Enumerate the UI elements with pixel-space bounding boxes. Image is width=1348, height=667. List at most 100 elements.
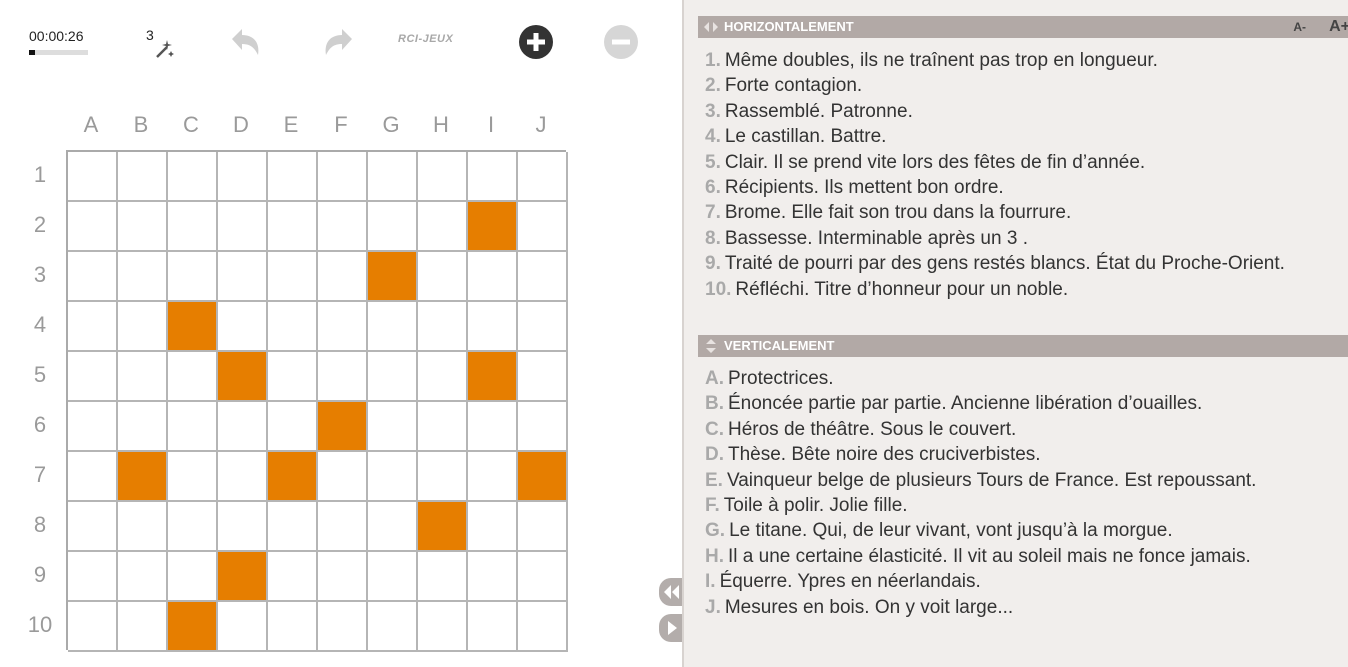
grid-cell[interactable] [168,552,218,602]
clue-item[interactable]: 8. Bassesse. Interminable après un 3 . [705,226,1345,251]
grid-cell[interactable] [118,152,168,202]
grid-cell[interactable] [218,602,268,652]
clue-item[interactable]: H. Il a une certaine élasticité. Il vit a… [705,544,1345,569]
grid-cell[interactable] [318,152,368,202]
grid-cell[interactable] [68,252,118,302]
grid-cell[interactable] [118,402,168,452]
grid-cell[interactable] [168,352,218,402]
grid-cell[interactable] [168,252,218,302]
grid-cell[interactable] [368,202,418,252]
grid-cell[interactable] [418,302,468,352]
grid-cell[interactable] [368,602,418,652]
grid-cell[interactable] [218,202,268,252]
grid-cell[interactable] [168,152,218,202]
grid-cell[interactable] [168,202,218,252]
grid-cell[interactable] [268,502,318,552]
grid-cell[interactable] [518,302,568,352]
grid-cell[interactable] [218,452,268,502]
clue-item[interactable]: 1. Même doubles, ils ne traînent pas trop… [705,48,1345,73]
clue-item[interactable]: A. Protectrices. [705,366,1345,391]
clue-item[interactable]: 4. Le castillan. Battre. [705,124,1345,149]
grid-cell[interactable] [518,152,568,202]
clue-item[interactable]: D. Thèse. Bête noire des cruciverbistes. [705,442,1345,467]
clue-item[interactable]: 9. Traité de pourri par des gens restés b… [705,251,1345,276]
clue-item[interactable]: 3. Rassemblé. Patronne. [705,99,1345,124]
grid-cell[interactable] [218,252,268,302]
grid-cell[interactable] [118,252,168,302]
clue-item[interactable]: G. Le titane. Qui, de leur vivant, vont j… [705,518,1345,543]
grid-cell[interactable] [518,502,568,552]
grid-cell[interactable] [68,502,118,552]
grid-cell[interactable] [268,602,318,652]
grid-cell[interactable] [468,502,518,552]
grid-cell[interactable] [218,502,268,552]
grid-cell[interactable] [68,602,118,652]
grid-cell[interactable] [518,602,568,652]
grid-cell[interactable] [318,252,368,302]
grid-cell[interactable] [268,402,318,452]
grid-cell[interactable] [368,352,418,402]
grid-cell[interactable] [218,302,268,352]
grid-cell[interactable] [418,602,468,652]
grid-cell[interactable] [318,602,368,652]
grid-cell[interactable] [118,202,168,252]
grid-cell[interactable] [518,352,568,402]
grid-cell[interactable] [518,252,568,302]
clue-item[interactable]: 7. Brome. Elle fait son trou dans la four… [705,200,1345,225]
grid-cell[interactable] [518,202,568,252]
clue-item[interactable]: 6. Récipients. Ils mettent bon ordre. [705,175,1345,200]
grid-cell[interactable] [418,452,468,502]
clue-item[interactable]: B. Énoncée partie par partie. Ancienne li… [705,391,1345,416]
grid-cell[interactable] [318,202,368,252]
clue-item[interactable]: 10. Réfléchi. Titre d’honneur pour un nob… [705,277,1345,302]
grid-cell[interactable] [368,152,418,202]
clue-item[interactable]: C. Héros de théâtre. Sous le couvert. [705,417,1345,442]
clue-item[interactable]: F. Toile à polir. Jolie fille. [705,493,1345,518]
clue-item[interactable]: I. Équerre. Ypres en néerlandais. [705,569,1345,594]
grid-cell[interactable] [268,552,318,602]
clue-item[interactable]: J. Mesures en bois. On y voit large... [705,595,1345,620]
grid-cell[interactable] [468,552,518,602]
grid-cell[interactable] [418,152,468,202]
grid-cell[interactable] [368,302,418,352]
grid-cell[interactable] [268,352,318,402]
grid-cell[interactable] [168,402,218,452]
grid-cell[interactable] [468,452,518,502]
grid-cell[interactable] [418,402,468,452]
grid-cell[interactable] [418,252,468,302]
grid-cell[interactable] [318,502,368,552]
grid-cell[interactable] [118,602,168,652]
grid-cell[interactable] [68,152,118,202]
grid-cell[interactable] [118,552,168,602]
play-button[interactable] [659,614,684,642]
grid-cell[interactable] [468,252,518,302]
grid-cell[interactable] [268,302,318,352]
grid-cell[interactable] [68,302,118,352]
grid-cell[interactable] [168,452,218,502]
clue-item[interactable]: E. Vainqueur belge de plusieurs Tours de … [705,468,1345,493]
zoom-out-icon[interactable] [603,24,639,60]
undo-icon[interactable] [226,25,264,59]
grid-cell[interactable] [318,352,368,402]
grid-cell[interactable] [368,452,418,502]
grid-cell[interactable] [268,252,318,302]
grid-cell[interactable] [318,452,368,502]
grid-cell[interactable] [118,502,168,552]
grid-cell[interactable] [418,352,468,402]
collapse-panel-button[interactable] [659,578,684,606]
grid-cell[interactable] [468,302,518,352]
grid-cell[interactable] [68,202,118,252]
grid-cell[interactable] [118,302,168,352]
grid-cell[interactable] [368,402,418,452]
grid-cell[interactable] [268,152,318,202]
grid-cell[interactable] [318,302,368,352]
grid-cell[interactable] [368,502,418,552]
zoom-in-icon[interactable] [518,24,554,60]
redo-icon[interactable] [320,25,358,59]
grid-cell[interactable] [168,502,218,552]
grid-cell[interactable] [68,552,118,602]
font-size-increase-button[interactable]: A+ [1329,16,1348,38]
grid-cell[interactable] [418,552,468,602]
grid-cell[interactable] [218,402,268,452]
grid-cell[interactable] [68,452,118,502]
